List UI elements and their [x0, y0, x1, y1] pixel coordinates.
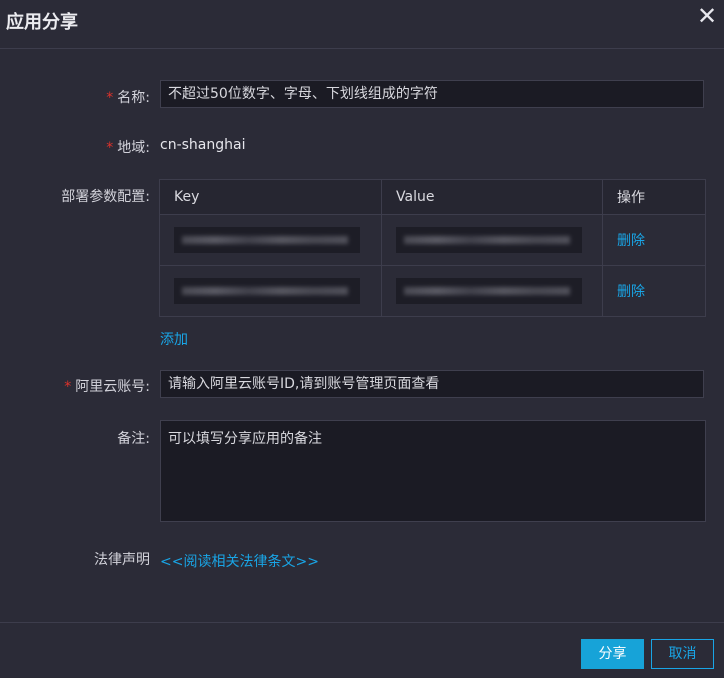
column-action: 操作 [602, 179, 706, 215]
params-label: 部署参数配置: [61, 189, 150, 205]
cancel-button[interactable]: 取消 [651, 639, 714, 669]
remark-label: 备注: [117, 431, 150, 447]
name-label: * 名称: [106, 90, 150, 106]
dialog-title: 应用分享 [6, 12, 78, 33]
dialog-footer: 分享 取消 [0, 622, 724, 678]
share-app-dialog: 应用分享 ✕ * 名称: 不超过50位数字、字母、下划线组成的字符 * 地域: cn… [0, 0, 724, 677]
param-key-input[interactable] [174, 278, 360, 304]
add-param-link[interactable]: 添加 [160, 329, 188, 349]
dialog-header: 应用分享 ✕ [0, 0, 724, 49]
legal-terms-link[interactable]: <<阅读相关法律条文>> [160, 551, 319, 571]
region-label: * 地域: [106, 140, 150, 156]
param-value-input[interactable] [396, 227, 582, 253]
table-row: 删除 [159, 265, 706, 317]
required-marker: * [106, 90, 114, 106]
region-value: cn-shanghai [160, 137, 246, 153]
legal-label: 法律声明 [94, 552, 150, 568]
column-key: Key [159, 179, 382, 215]
param-key-input[interactable] [174, 227, 360, 253]
name-input[interactable]: 不超过50位数字、字母、下划线组成的字符 [160, 80, 704, 108]
delete-row-link[interactable]: 删除 [617, 284, 645, 300]
account-label: * 阿里云账号: [64, 379, 150, 395]
close-icon[interactable]: ✕ [694, 3, 720, 29]
table-row: 删除 [159, 214, 706, 266]
params-header-row: Key Value 操作 [159, 179, 706, 215]
column-value: Value [381, 179, 603, 215]
delete-row-link[interactable]: 删除 [617, 233, 645, 249]
params-table: Key Value 操作 删除 删除 [159, 179, 706, 317]
remark-textarea[interactable]: 可以填写分享应用的备注 [160, 420, 706, 522]
required-marker: * [106, 140, 114, 156]
share-button[interactable]: 分享 [581, 639, 644, 669]
required-marker: * [64, 379, 72, 395]
param-value-input[interactable] [396, 278, 582, 304]
account-input[interactable]: 请输入阿里云账号ID,请到账号管理页面查看 [160, 370, 704, 398]
